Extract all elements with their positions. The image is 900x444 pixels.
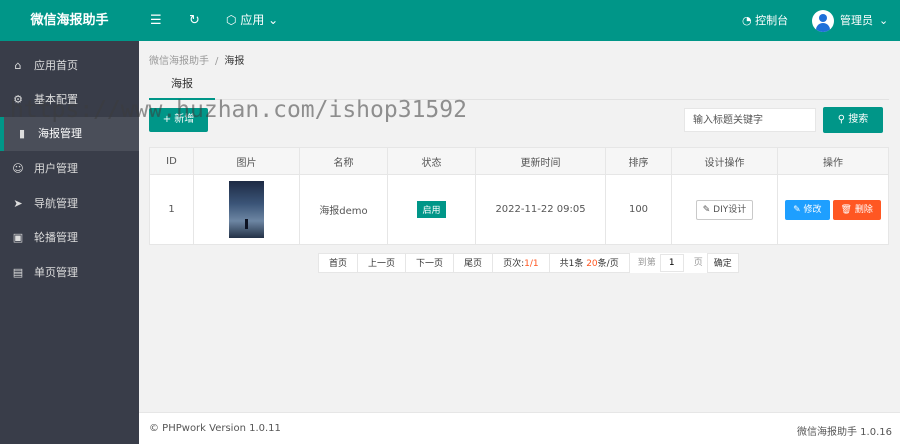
page-per-page: 20 (586, 259, 598, 269)
page-status-label: 页次: (503, 259, 525, 269)
sidebar-item-label: 用户管理 (34, 162, 78, 175)
sidebar-item-carousel[interactable]: ▣ 轮播管理 (0, 221, 139, 255)
cell-status: 启用 (387, 174, 476, 245)
dashboard-icon: ◔ (742, 14, 752, 27)
footer: © PHPwork Version 1.0.11 微信海报助手 1.0.16 (139, 412, 900, 444)
page-status: 页次:1/1 (493, 253, 550, 273)
search-icon: ⚲ (837, 114, 846, 125)
sidebar-item-config[interactable]: ⚙ 基本配置 (0, 83, 139, 117)
file-icon: ▮ (18, 127, 26, 140)
cell-design: ✎ DIY设计 (671, 174, 778, 245)
console-link[interactable]: ◔ 控制台 (742, 0, 788, 41)
column-header-status: 状态 (387, 147, 476, 175)
sidebar-item-navigation[interactable]: ➤ 导航管理 (0, 187, 139, 221)
add-button-label: 新增 (174, 114, 195, 125)
diy-design-button[interactable]: ✎ DIY设计 (695, 199, 754, 220)
sidebar: ⌂ 应用首页 ⚙ 基本配置 ▮ 海报管理 ☺ 用户管理 ➤ 导航管理 ▣ 轮播管理 ▤ 单页管… (0, 41, 139, 444)
breadcrumb-separator: / (215, 56, 219, 67)
tab-bar: 海报 (149, 70, 889, 100)
app-logo[interactable]: 微信海报助手 (0, 0, 139, 41)
page-total-prefix: 共1条 (559, 259, 584, 269)
pagination: 首页 上一页 下一页 尾页 页次:1/1 共1条 20条/页 到第 页 确定 (318, 253, 739, 273)
sidebar-item-posters[interactable]: ▮ 海报管理 (0, 117, 139, 151)
user-icon: ☺ (12, 162, 24, 175)
sidebar-item-label: 导航管理 (34, 197, 78, 210)
plus-icon: + (162, 114, 172, 125)
cell-sort: 100 (605, 174, 672, 245)
page-last[interactable]: 尾页 (454, 253, 494, 273)
column-header-id: ID (149, 147, 194, 175)
breadcrumb-parent[interactable]: 微信海报助手 (149, 56, 209, 67)
column-header-updated: 更新时间 (475, 147, 606, 175)
table-row: 1 海报demo 启用 2022-11-22 09:05 100 ✎ DIY设计… (149, 174, 889, 245)
breadcrumb: 微信海报助手 / 海报 (149, 52, 244, 67)
image-icon: ▣ (12, 231, 24, 244)
delete-button[interactable]: 🗑 删除 (832, 199, 881, 220)
page-status-value: 1/1 (524, 259, 539, 269)
page-first[interactable]: 首页 (318, 253, 359, 273)
sidebar-item-users[interactable]: ☺ 用户管理 (0, 152, 139, 186)
add-button[interactable]: + 新增 (149, 108, 208, 132)
home-icon: ⌂ (14, 59, 22, 72)
page-goto-input[interactable] (659, 254, 684, 272)
table-header-row: ID 图片 名称 状态 更新时间 排序 设计操作 操作 (149, 147, 889, 175)
cell-image (193, 174, 300, 245)
page-total: 共1条 20条/页 (549, 253, 630, 273)
refresh-icon[interactable]: ↻ (189, 0, 200, 41)
cube-icon: ⬡ (226, 13, 237, 27)
top-header: 微信海报助手 ☰ ↻ ⬡ 应用 ⌄ ◔ 控制台 管理员 ⌄ (0, 0, 900, 41)
footer-app-version: 微信海报助手 1.0.16 (797, 427, 892, 438)
column-header-sort: 排序 (605, 147, 672, 175)
cell-id: 1 (149, 174, 194, 245)
page-per-suffix: 条/页 (597, 259, 619, 269)
user-menu[interactable]: 管理员 ⌄ (812, 0, 888, 41)
column-header-image: 图片 (193, 147, 300, 175)
user-name: 管理员 (840, 14, 873, 27)
column-header-name: 名称 (299, 147, 388, 175)
app-dropdown[interactable]: ⬡ 应用 ⌄ (226, 0, 278, 41)
app-dropdown-label: 应用 (240, 13, 265, 27)
status-badge[interactable]: 启用 (417, 201, 446, 218)
page-prev[interactable]: 上一页 (358, 253, 407, 273)
column-header-design: 设计操作 (671, 147, 778, 175)
column-header-actions: 操作 (777, 147, 889, 175)
sidebar-item-home[interactable]: ⌂ 应用首页 (0, 49, 139, 83)
chevron-down-icon: ⌄ (879, 14, 889, 27)
chevron-down-icon: ⌄ (268, 13, 279, 27)
cell-name: 海报demo (299, 174, 388, 245)
sidebar-item-label: 单页管理 (34, 266, 78, 279)
search-button[interactable]: ⚲ 搜索 (823, 107, 883, 133)
delete-button-label: 删除 (854, 204, 873, 215)
pencil-icon: ✎ (793, 204, 801, 215)
tab-posters[interactable]: 海报 (149, 70, 215, 100)
footer-version: © PHPwork Version 1.0.11 (149, 423, 281, 434)
page-confirm-button[interactable]: 确定 (706, 253, 739, 273)
page-goto-label: 到第 (637, 258, 656, 268)
cell-updated: 2022-11-22 09:05 (475, 174, 606, 245)
navigation-icon: ➤ (13, 197, 23, 210)
console-label: 控制台 (755, 14, 789, 27)
edit-button[interactable]: ✎ 修改 (785, 199, 830, 220)
gear-icon: ⚙ (13, 93, 23, 106)
avatar (812, 9, 834, 32)
sidebar-item-pages[interactable]: ▤ 单页管理 (0, 256, 139, 290)
menu-icon[interactable]: ☰ (150, 0, 162, 41)
poster-table: ID 图片 名称 状态 更新时间 排序 设计操作 操作 1 海报demo 启用 … (149, 147, 889, 245)
trash-icon: 🗑 (840, 204, 852, 215)
sidebar-item-label: 海报管理 (38, 127, 82, 140)
search-button-label: 搜索 (848, 114, 869, 125)
sidebar-item-label: 基本配置 (34, 93, 78, 106)
page-icon: ▤ (12, 266, 24, 279)
pencil-icon: ✎ (702, 204, 711, 215)
poster-thumbnail[interactable] (229, 181, 264, 238)
search-input[interactable] (684, 108, 816, 132)
page-unit: 页 (693, 258, 703, 268)
sidebar-item-label: 应用首页 (34, 59, 78, 72)
diy-design-label: DIY设计 (713, 204, 747, 215)
page-next[interactable]: 下一页 (406, 253, 455, 273)
cell-actions: ✎ 修改 🗑 删除 (777, 174, 889, 245)
sidebar-item-label: 轮播管理 (34, 231, 78, 244)
breadcrumb-current: 海报 (224, 56, 245, 67)
edit-button-label: 修改 (803, 204, 822, 215)
